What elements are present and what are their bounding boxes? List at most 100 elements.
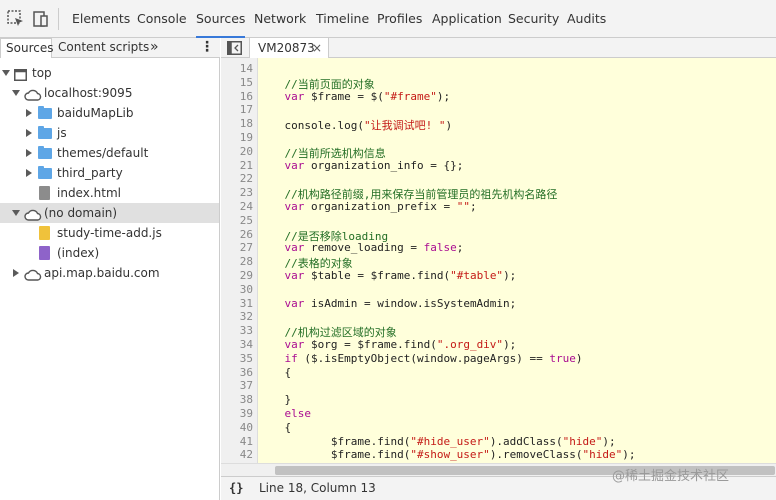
line-number[interactable]: 29 — [240, 269, 253, 282]
code-line[interactable]: console.log("让我调试吧! ") — [258, 117, 452, 133]
line-number-gutter: 14 15 16 17 18 19 20 21 22 23 24 25 26 27 28 29 30 31 32 33… — [221, 58, 258, 475]
tab-elements[interactable]: Elements — [72, 0, 130, 38]
file-purple-icon — [39, 246, 50, 260]
tab-network[interactable]: Network — [254, 0, 306, 38]
devtools-toolbar: Elements Console Sources Network Timelin… — [0, 0, 776, 38]
line-number[interactable]: 37 — [240, 379, 253, 392]
line-number[interactable]: 28 — [240, 255, 253, 268]
line-number[interactable]: 24 — [240, 200, 253, 213]
line-number[interactable]: 38 — [240, 393, 253, 406]
line-number[interactable]: 39 — [240, 407, 253, 420]
tree-item-top[interactable]: top — [0, 63, 219, 83]
expand-arrow-icon[interactable] — [12, 210, 20, 216]
line-number[interactable]: 14 — [240, 62, 253, 75]
expand-arrow-icon[interactable] — [26, 109, 32, 117]
navigator-menu-icon[interactable]: ⋮ — [200, 38, 214, 58]
line-number[interactable]: 26 — [240, 228, 253, 241]
sources-navigator: Sources Content scripts » ⋮ top localhos… — [0, 38, 220, 500]
tab-sources[interactable]: Sources — [196, 0, 246, 38]
code-line[interactable]: $frame.find("#hide_user").addClass("hide… — [258, 435, 616, 448]
code-editor[interactable]: //当前页面的对象 var $frame = $("#frame"); cons… — [258, 58, 776, 463]
folder-icon — [38, 126, 52, 139]
line-number[interactable]: 34 — [240, 338, 253, 351]
line-number[interactable]: 20 — [240, 145, 253, 158]
pretty-print-icon[interactable]: {} — [229, 477, 243, 499]
line-number[interactable]: 35 — [240, 352, 253, 365]
line-number[interactable]: 32 — [240, 310, 253, 323]
watermark: @稀土掘金技术社区 — [612, 469, 730, 484]
tree-item-label: baiduMapLib — [57, 106, 134, 120]
folder-icon — [38, 106, 52, 119]
code-line[interactable]: $frame.find("#show_user").removeClass("h… — [258, 448, 636, 461]
tree-item-label: index.html — [57, 186, 121, 200]
tree-item-study-time-add[interactable]: study-time-add.js — [0, 223, 219, 243]
line-number[interactable]: 36 — [240, 366, 253, 379]
expand-arrow-icon[interactable] — [26, 129, 32, 137]
cloud-icon — [24, 267, 42, 287]
line-number[interactable]: 22 — [240, 172, 253, 185]
line-number[interactable]: 30 — [240, 283, 253, 296]
tab-security[interactable]: Security — [508, 0, 559, 38]
tab-audits[interactable]: Audits — [567, 0, 606, 38]
toggle-navigator-icon[interactable] — [227, 41, 242, 58]
code-line[interactable]: { — [258, 421, 291, 434]
expand-arrow-icon[interactable] — [13, 269, 19, 277]
editor-tab-vm20873[interactable]: VM20873 × — [249, 38, 329, 59]
nav-tab-sources[interactable]: Sources — [0, 38, 53, 58]
tree-item-index[interactable]: (index) — [0, 243, 219, 263]
tree-item-third-party[interactable]: third_party — [0, 163, 219, 183]
line-number[interactable]: 18 — [240, 117, 253, 130]
line-number[interactable]: 15 — [240, 76, 253, 89]
code-line[interactable]: else — [258, 407, 312, 420]
more-tabs-icon[interactable]: » — [150, 38, 159, 58]
line-number[interactable]: 31 — [240, 297, 253, 310]
line-number[interactable]: 25 — [240, 214, 253, 227]
nav-tab-content-scripts[interactable]: Content scripts — [58, 38, 149, 58]
close-icon[interactable]: × — [312, 38, 322, 58]
tab-profiles[interactable]: Profiles — [377, 0, 422, 38]
line-number[interactable]: 41 — [240, 435, 253, 448]
line-number[interactable]: 19 — [240, 131, 253, 144]
expand-arrow-icon[interactable] — [2, 70, 10, 76]
line-number[interactable]: 33 — [240, 324, 253, 337]
expand-arrow-icon[interactable] — [12, 90, 20, 96]
line-number[interactable]: 23 — [240, 186, 253, 199]
tree-item-label: third_party — [57, 166, 123, 180]
tree-item-api-map-baidu[interactable]: api.map.baidu.com — [0, 263, 219, 283]
tab-console[interactable]: Console — [137, 0, 187, 38]
expand-arrow-icon[interactable] — [26, 149, 32, 157]
inspect-element-icon[interactable] — [6, 9, 26, 29]
device-toolbar-icon[interactable] — [30, 9, 50, 29]
tree-item-index-html[interactable]: index.html — [0, 183, 219, 203]
expand-arrow-icon[interactable] — [26, 169, 32, 177]
code-line[interactable]: var $org = $frame.find(".org_div"); — [258, 338, 517, 351]
tree-item-label: themes/default — [57, 146, 149, 160]
code-line[interactable]: } — [258, 393, 291, 406]
code-line[interactable]: var isAdmin = window.isSystemAdmin; — [258, 297, 517, 310]
code-line[interactable]: var remove_loading = false; — [258, 241, 464, 254]
code-line[interactable]: { — [258, 366, 291, 379]
editor-tab-strip: VM20873 × — [221, 38, 776, 59]
code-line[interactable]: var organization_info = {}; — [258, 159, 464, 172]
code-line[interactable]: if ($.isEmptyObject(window.pageArgs) == … — [258, 352, 583, 365]
tree-item-label: top — [32, 66, 52, 80]
line-number[interactable]: 21 — [240, 159, 253, 172]
code-line[interactable]: var $frame = $("#frame"); — [258, 90, 451, 103]
tab-timeline[interactable]: Timeline — [316, 0, 369, 38]
folder-icon — [38, 146, 52, 159]
tree-item-baidumaplib[interactable]: baiduMapLib — [0, 103, 219, 123]
code-line[interactable]: var $table = $frame.find("#table"); — [258, 269, 517, 282]
line-number[interactable]: 42 — [240, 448, 253, 461]
line-number[interactable]: 27 — [240, 241, 253, 254]
tree-item-label: (index) — [57, 246, 100, 260]
tree-item-js[interactable]: js — [0, 123, 219, 143]
code-line[interactable]: var organization_prefix = ""; — [258, 200, 477, 213]
line-number[interactable]: 40 — [240, 421, 253, 434]
tree-item-themes-default[interactable]: themes/default — [0, 143, 219, 163]
line-number[interactable]: 16 — [240, 90, 253, 103]
tree-item-localhost[interactable]: localhost:9095 — [0, 83, 219, 103]
tree-item-no-domain[interactable]: (no domain) — [0, 203, 219, 223]
folder-icon — [38, 166, 52, 179]
line-number[interactable]: 17 — [240, 103, 253, 116]
tab-application[interactable]: Application — [432, 0, 502, 38]
